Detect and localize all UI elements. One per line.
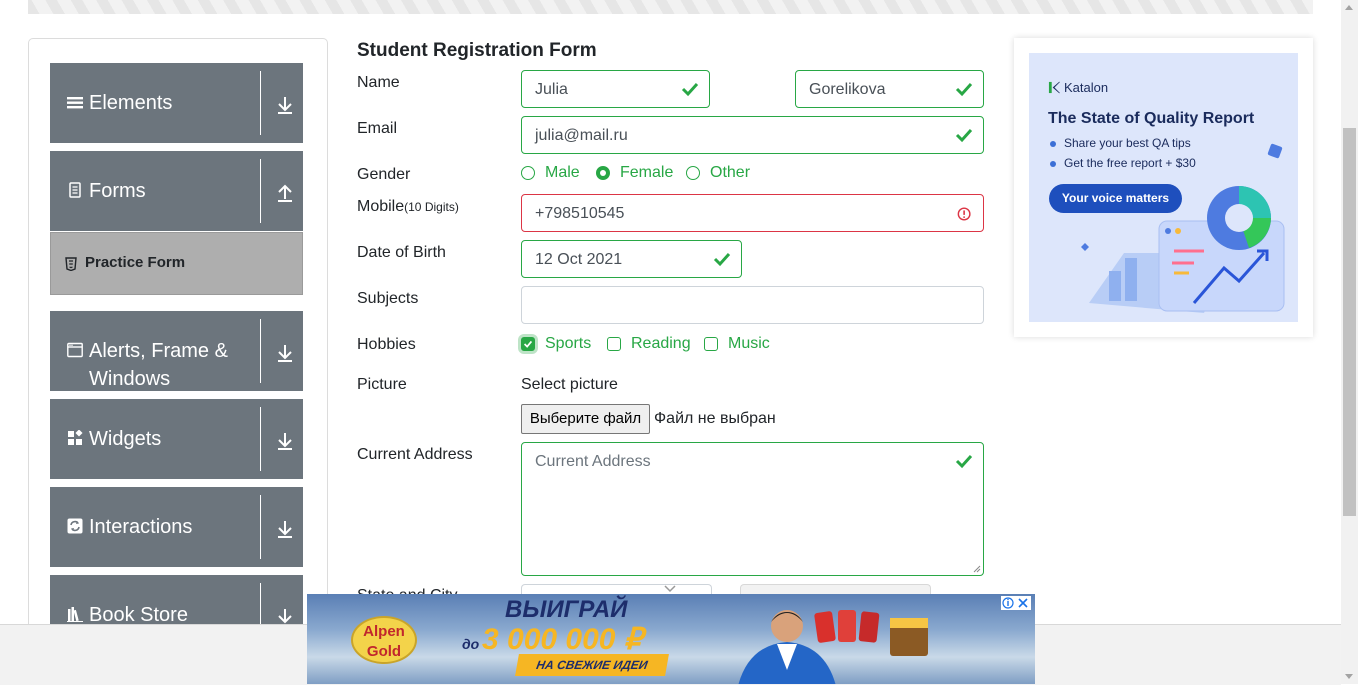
- sidebar-group-label: Interactions: [89, 516, 193, 538]
- hobby-music-checkbox[interactable]: [704, 337, 718, 351]
- ad-headline: ВЫИГРАЙ: [505, 596, 628, 623]
- picture-label: Picture: [357, 376, 407, 393]
- check-icon: [955, 82, 973, 97]
- select-picture-label: Select picture: [521, 376, 618, 393]
- sidebar-group-interactions[interactable]: Interactions: [50, 487, 303, 567]
- scrollbar-thumb[interactable]: [1343, 128, 1356, 516]
- arrow-up-icon[interactable]: [276, 183, 294, 203]
- hobby-sports-checkbox[interactable]: [521, 337, 535, 351]
- gender-other-radio[interactable]: [686, 166, 700, 180]
- file-status: Файл не выбран: [654, 410, 776, 427]
- hobby-reading-label[interactable]: Reading: [631, 335, 691, 353]
- divider: [260, 319, 261, 383]
- sidebar-group-label: Widgets: [89, 428, 162, 450]
- dob-label: Date of Birth: [357, 244, 446, 261]
- divider: [260, 407, 261, 471]
- resize-handle-icon[interactable]: [973, 565, 981, 573]
- list-icon: [67, 97, 83, 109]
- mobile-label: Mobile(10 Digits): [357, 198, 459, 216]
- last-name-input[interactable]: Gorelikova: [795, 70, 984, 108]
- alpen-gold-logo: Alpen Gold: [351, 616, 417, 664]
- check-icon: [955, 128, 973, 143]
- ad-amount-prefix: до: [462, 636, 480, 652]
- mobile-label-text: Mobile: [357, 198, 405, 215]
- gender-male-label[interactable]: Male: [545, 164, 580, 182]
- sidebar: Elements Forms Practice Form Alerts, Fra…: [28, 38, 328, 680]
- address-label: Current Address: [357, 446, 473, 463]
- email-value: julia@mail.ru: [535, 127, 628, 144]
- refresh-icon: [67, 518, 83, 534]
- divider: [260, 159, 261, 223]
- chevron-down-icon: [664, 585, 676, 593]
- gender-female-radio[interactable]: [596, 166, 610, 180]
- address-placeholder: Current Address: [535, 453, 651, 470]
- divider: [260, 71, 261, 135]
- error-icon: [957, 207, 971, 221]
- top-banner: [28, 0, 1313, 14]
- hobby-music-label[interactable]: Music: [728, 335, 770, 353]
- sidebar-group-label: Alerts, Frame & Windows: [89, 340, 228, 390]
- document-icon: [69, 182, 81, 198]
- dob-value: 12 Oct 2021: [535, 251, 623, 268]
- arrow-down-icon[interactable]: [276, 95, 294, 115]
- info-close-icons: [1002, 597, 1028, 609]
- sidebar-group-label: Forms: [89, 180, 146, 202]
- check-icon: [681, 82, 699, 97]
- window-icon: [67, 342, 83, 358]
- arrow-down-icon[interactable]: [276, 343, 294, 363]
- logo-text-top: Alpen: [363, 623, 405, 640]
- email-label: Email: [357, 120, 398, 137]
- email-input[interactable]: julia@mail.ru: [521, 116, 984, 154]
- hobbies-label: Hobbies: [357, 336, 416, 353]
- arrow-down-icon[interactable]: [276, 519, 294, 539]
- html5-icon: [65, 257, 77, 271]
- sidebar-group-label: Elements: [89, 92, 173, 114]
- mobile-hint: (10 Digits): [404, 200, 459, 214]
- subjects-label: Subjects: [357, 290, 419, 307]
- first-name-value: Julia: [535, 81, 568, 98]
- ad-bottom-banner[interactable]: Alpen Gold ВЫИГРАЙ до 3 000 000 ₽ НА СВЕЖ…: [307, 594, 1035, 684]
- arrow-down-icon[interactable]: [276, 431, 294, 451]
- scroll-up-icon[interactable]: [1345, 5, 1353, 10]
- dob-input[interactable]: 12 Oct 2021: [521, 240, 742, 278]
- name-label: Name: [357, 74, 400, 91]
- ad-choices[interactable]: [1001, 596, 1031, 610]
- books-icon: [67, 607, 83, 622]
- sidebar-item-label: Practice Form: [85, 254, 186, 271]
- subjects-input[interactable]: [521, 286, 984, 324]
- mobile-input[interactable]: +798510545: [521, 194, 984, 232]
- ad-illustration: [1081, 143, 1285, 313]
- mobile-value: +798510545: [535, 205, 625, 222]
- sidebar-group-forms[interactable]: Forms: [50, 151, 303, 231]
- check-icon: [523, 340, 533, 348]
- first-name-input[interactable]: Julia: [521, 70, 710, 108]
- logo-text-bottom: Gold: [366, 643, 402, 660]
- current-address-textarea[interactable]: Current Address: [521, 442, 984, 576]
- sidebar-group-elements[interactable]: Elements: [50, 63, 303, 143]
- widgets-icon: [68, 430, 83, 445]
- form-title: Student Registration Form: [357, 40, 597, 61]
- ad-subline: НА СВЕЖИЕ ИДЕИ: [515, 654, 669, 676]
- gender-male-radio[interactable]: [521, 166, 535, 180]
- ad-amount: 3 000 000 ₽: [482, 623, 643, 656]
- gender-female-label[interactable]: Female: [620, 164, 673, 182]
- check-icon: [955, 454, 973, 469]
- gender-other-label[interactable]: Other: [710, 164, 750, 182]
- sidebar-group-alerts[interactable]: Alerts, Frame & Windows: [50, 311, 303, 391]
- gender-label: Gender: [357, 166, 411, 183]
- page-scrollbar[interactable]: [1341, 0, 1358, 684]
- hobby-reading-checkbox[interactable]: [607, 337, 621, 351]
- ad-products-image: [814, 610, 928, 656]
- divider: [260, 495, 261, 559]
- scroll-down-icon[interactable]: [1345, 674, 1353, 679]
- last-name-value: Gorelikova: [809, 81, 886, 98]
- hobby-sports-label[interactable]: Sports: [545, 335, 591, 353]
- ad-right-content: Katalon The State of Quality Report Shar…: [1029, 53, 1298, 322]
- sidebar-group-widgets[interactable]: Widgets: [50, 399, 303, 479]
- sidebar-item-practice-form[interactable]: Practice Form: [50, 232, 303, 295]
- check-icon: [713, 252, 731, 267]
- ad-right[interactable]: Katalon The State of Quality Report Shar…: [1014, 38, 1313, 337]
- choose-file-button[interactable]: Выберите файл: [521, 404, 650, 434]
